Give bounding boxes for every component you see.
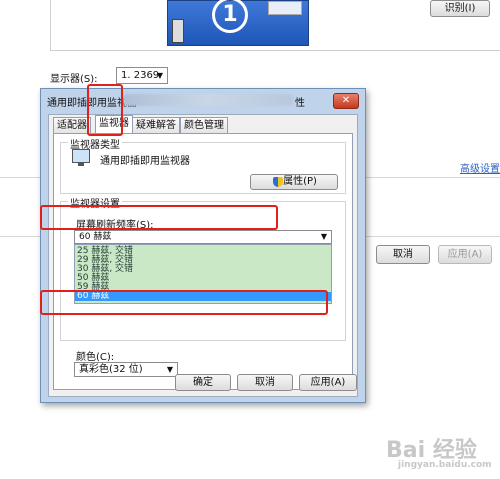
identify-button[interactable]: 识别(I) xyxy=(430,0,490,17)
cancel-button[interactable]: 取消 xyxy=(237,374,293,391)
chevron-down-icon: ▼ xyxy=(156,71,163,80)
computer-tower-icon xyxy=(172,19,184,43)
tab-troubleshoot[interactable]: 疑难解答 xyxy=(132,117,180,133)
chevron-down-icon: ▼ xyxy=(166,365,173,374)
display-select-value: 1. 2369 xyxy=(121,70,160,81)
window-thumbnail-icon xyxy=(268,1,302,15)
monitor-number-badge: 1 xyxy=(212,0,248,33)
blurred-title-region xyxy=(123,94,293,106)
shield-icon xyxy=(273,177,283,187)
highlight-monitor-tab xyxy=(87,84,123,136)
monitor-preview[interactable]: 1 xyxy=(167,0,309,46)
advanced-settings-link[interactable]: 高级设置 xyxy=(460,160,500,175)
refresh-rate-value: 60 赫兹 xyxy=(79,232,112,242)
color-depth-label: 颜色(C): xyxy=(76,352,115,363)
close-icon[interactable]: ✕ xyxy=(333,93,359,109)
color-depth-value: 真彩色(32 位) xyxy=(79,364,143,375)
monitor-icon xyxy=(72,149,90,166)
chevron-down-icon: ▼ xyxy=(320,232,327,241)
dialog-title-suffix: 性 xyxy=(295,98,305,109)
ok-button[interactable]: 确定 xyxy=(175,374,231,391)
properties-button[interactable]: 属性(P) xyxy=(250,174,338,190)
display-label: 显示器(S): xyxy=(50,74,98,85)
monitor-tab-panel: 监视器类型 通用即插即用监视器 属性(P) 监视器设置 屏幕刷新频率(S): 6… xyxy=(53,133,353,390)
dialog-client: 适配器 监视器 疑难解答 颜色管理 监视器类型 通用即插即用监视器 属性(P) … xyxy=(48,114,358,397)
monitor-name: 通用即插即用监视器 xyxy=(100,156,190,167)
refresh-rate-select[interactable]: 60 赫兹 ▼ xyxy=(74,230,332,244)
color-depth-select[interactable]: 真彩色(32 位) ▼ xyxy=(74,362,178,377)
display-select[interactable]: 1. 2369 ▼ xyxy=(116,67,168,84)
highlight-60hz-option xyxy=(40,290,328,315)
tab-adapter[interactable]: 适配器 xyxy=(53,117,91,133)
apply-button[interactable]: 应用(A) xyxy=(299,374,357,391)
tab-color-management[interactable]: 颜色管理 xyxy=(180,117,228,133)
background-cancel-button[interactable]: 取消 xyxy=(376,245,430,264)
watermark-url: jingyan.baidu.com xyxy=(398,460,492,470)
highlight-refresh-label xyxy=(40,205,278,230)
background-apply-button[interactable]: 应用(A) xyxy=(438,245,492,264)
